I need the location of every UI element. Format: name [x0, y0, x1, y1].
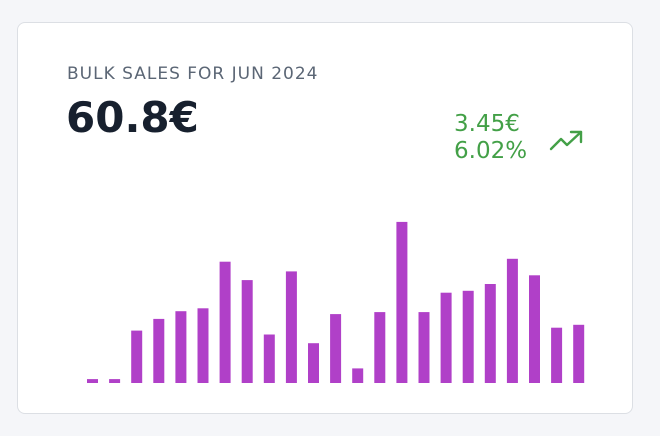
- bar-chart: [87, 221, 585, 383]
- bar-day-17: [440, 292, 452, 383]
- bar-day-20: [506, 258, 518, 383]
- bar-day-16: [418, 312, 430, 383]
- bar-day-9: [263, 334, 275, 383]
- bar-day-23: [573, 324, 585, 383]
- sales-card: BULK SALES FOR JUN 2024 60.8€ 3.45€ 6.02…: [17, 22, 633, 414]
- bar-day-11: [308, 343, 319, 383]
- bar-day-8: [241, 280, 253, 383]
- bar-day-18: [462, 290, 474, 383]
- bar-day-1: [87, 379, 98, 383]
- bar-day-22: [551, 327, 563, 383]
- bar-day-21: [529, 275, 540, 383]
- bar-day-3: [131, 330, 143, 383]
- bar-day-7: [219, 261, 231, 383]
- bar-day-2: [109, 379, 121, 383]
- bar-day-10: [285, 271, 297, 383]
- bar-day-6: [197, 308, 209, 383]
- bar-day-14: [374, 312, 386, 383]
- bar-day-19: [484, 284, 496, 383]
- bar-day-13: [352, 368, 364, 383]
- bar-day-4: [153, 318, 165, 383]
- bar-day-5: [175, 311, 187, 383]
- bar-day-15: [396, 221, 408, 383]
- bar-day-12: [330, 314, 342, 383]
